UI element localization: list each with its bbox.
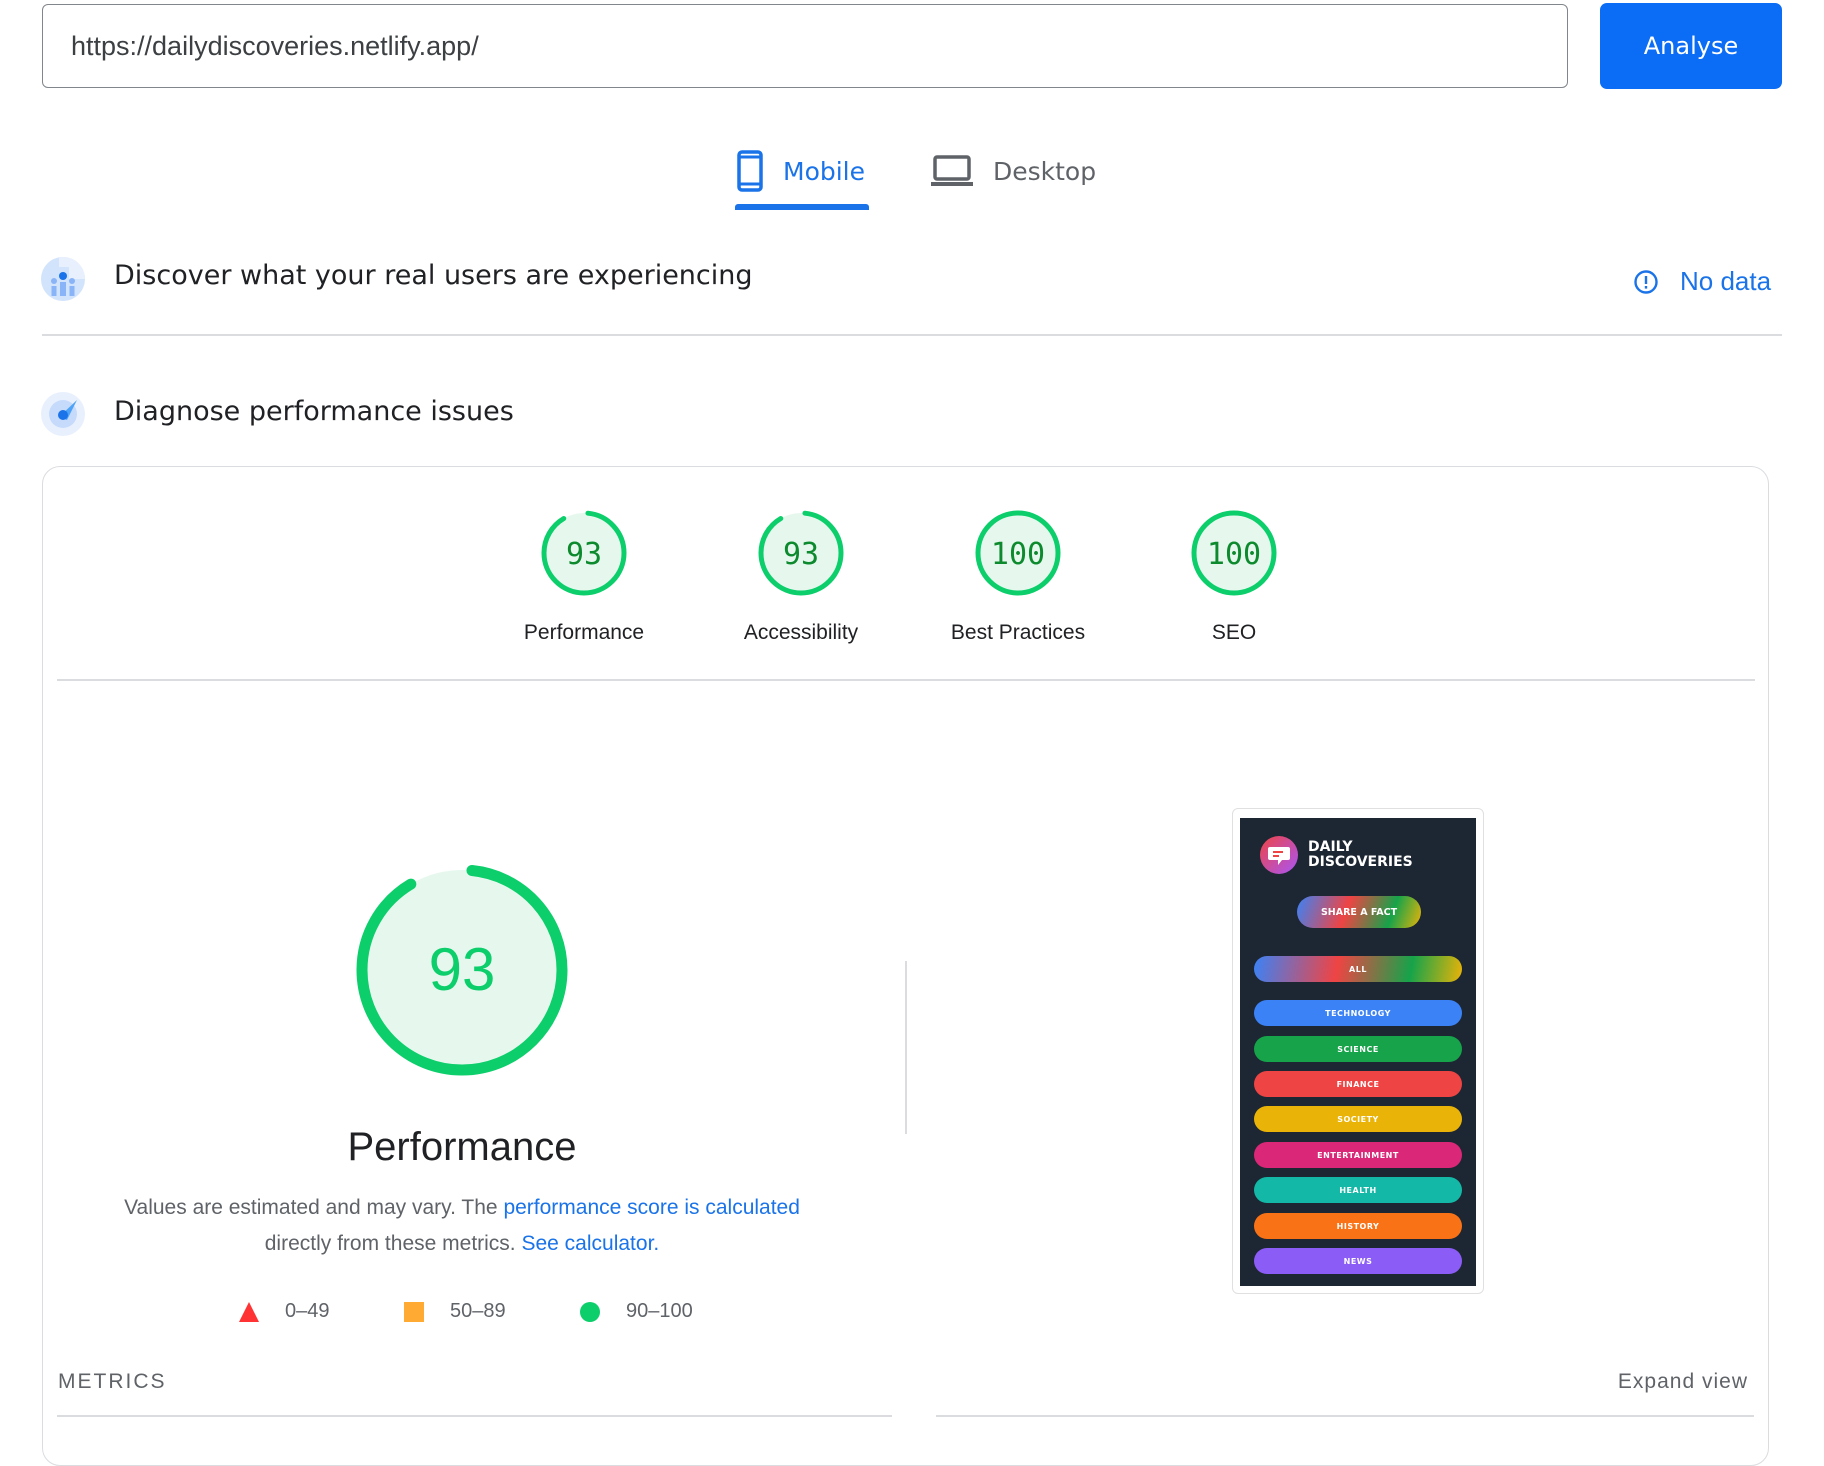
- category-pill: HISTORY: [1254, 1213, 1462, 1239]
- desc-text: Values are estimated and may vary. The: [124, 1196, 504, 1219]
- score-label: Accessibility: [743, 621, 859, 644]
- gauge-score: 93: [429, 936, 496, 1003]
- score-gauge-seo[interactable]: 100: [1184, 503, 1284, 603]
- no-data-label: No data: [1680, 266, 1772, 296]
- metrics-divider-left: [57, 1415, 892, 1417]
- category-pill: NEWS: [1254, 1248, 1462, 1274]
- section-divider: [42, 334, 1782, 336]
- final-screenshot: DAILY DISCOVERIES SHARE A FACT ALL TECHNO…: [1240, 818, 1476, 1286]
- performance-gauge-large: 93: [356, 864, 568, 1076]
- legend-average: 50–89: [403, 1300, 506, 1323]
- app-logo-icon: [1260, 836, 1298, 874]
- square-icon: [404, 1301, 424, 1322]
- score-gauge-best-practices[interactable]: 100: [968, 503, 1068, 603]
- legend-fail: 0–49: [238, 1300, 330, 1323]
- circle-icon: [580, 1301, 600, 1322]
- performance-title: Performance: [347, 1125, 577, 1169]
- laptop-icon: [931, 155, 973, 186]
- tab-label: Desktop: [993, 156, 1097, 186]
- category-pill: TECHNOLOGY: [1254, 1000, 1462, 1026]
- lab-data-title: Diagnose performance issues: [114, 396, 514, 427]
- gauges-divider: [57, 679, 1755, 681]
- url-input[interactable]: [42, 4, 1568, 88]
- score-gauge-accessibility[interactable]: 93: [751, 503, 851, 603]
- metrics-label: METRICS: [58, 1370, 167, 1393]
- gauge-score: 93: [566, 537, 602, 572]
- category-pill: FINANCE: [1254, 1071, 1462, 1097]
- tab-label: Mobile: [783, 156, 866, 186]
- share-fact-button: SHARE A FACT: [1297, 896, 1421, 928]
- smartphone-icon: [737, 150, 763, 192]
- tab-mobile[interactable]: Mobile: [737, 140, 865, 202]
- metrics-divider-right: [936, 1415, 1754, 1417]
- gauge-score: 93: [783, 537, 819, 572]
- category-pill: SCIENCE: [1254, 1036, 1462, 1062]
- expand-view-toggle[interactable]: Expand view: [1600, 1370, 1748, 1394]
- score-label: Best Practices: [950, 621, 1086, 644]
- category-pill: SOCIETY: [1254, 1106, 1462, 1132]
- legend-pass: 90–100: [579, 1300, 693, 1323]
- vertical-divider: [905, 961, 907, 1134]
- info-circle-icon: [1634, 269, 1658, 294]
- category-pill: ALL: [1254, 956, 1462, 982]
- gauge-score: 100: [991, 537, 1045, 572]
- real-users-icon: [41, 257, 85, 301]
- active-tab-indicator: [735, 204, 869, 210]
- tab-desktop[interactable]: Desktop: [931, 140, 1096, 202]
- gauge-score: 100: [1207, 537, 1261, 572]
- app-name: DAILY DISCOVERIES: [1308, 839, 1413, 870]
- no-data-link[interactable]: No data: [1633, 266, 1771, 297]
- field-data-title: Discover what your real users are experi…: [114, 260, 753, 291]
- analyse-button[interactable]: Analyse: [1600, 3, 1782, 89]
- performance-description: Values are estimated and may vary. The p…: [90, 1190, 834, 1262]
- triangle-icon: [239, 1301, 259, 1322]
- score-calculated-link[interactable]: performance score is calculated: [503, 1196, 799, 1219]
- category-pill: HEALTH: [1254, 1177, 1462, 1203]
- category-pill: ENTERTAINMENT: [1254, 1142, 1462, 1168]
- score-label: SEO: [1211, 621, 1257, 644]
- see-calculator-link[interactable]: See calculator.: [521, 1232, 659, 1255]
- lighthouse-gauge-icon: [41, 392, 85, 436]
- score-gauge-performance[interactable]: 93: [534, 503, 634, 603]
- score-label: Performance: [523, 621, 645, 644]
- desc-text: directly from these metrics.: [264, 1232, 522, 1255]
